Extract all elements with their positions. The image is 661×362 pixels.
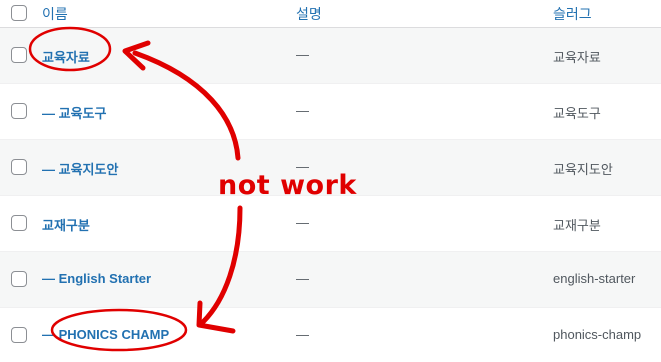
row-checkbox[interactable]	[11, 215, 27, 231]
row-checkbox[interactable]	[11, 159, 27, 175]
category-name-link[interactable]: — 교육도구	[42, 103, 106, 122]
select-all-checkbox[interactable]	[11, 5, 27, 21]
category-name-link[interactable]: — PHONICS CHAMP	[42, 327, 169, 342]
category-name-link[interactable]: 교재구분	[42, 215, 90, 234]
category-name-link[interactable]: — 교육지도안	[42, 159, 118, 178]
category-slug: 교육지도안	[553, 162, 613, 177]
category-description: —	[296, 47, 309, 62]
category-slug: phonics-champ	[553, 327, 642, 342]
category-slug: 교육자료	[553, 50, 601, 65]
table-header: 이름 설명 슬러그	[0, 0, 661, 28]
category-slug: 교재구분	[553, 218, 601, 233]
table-row: — 교육도구 — 교육도구	[0, 84, 661, 140]
table-row: 교재구분 — 교재구분	[0, 196, 661, 252]
category-slug: 교육도구	[553, 106, 601, 121]
table-row: — English Starter — english-starter	[0, 252, 661, 308]
column-header-name[interactable]: 이름	[42, 4, 68, 24]
row-checkbox[interactable]	[11, 327, 27, 343]
table-row: — PHONICS CHAMP — phonics-champ	[0, 308, 661, 362]
column-header-slug[interactable]: 슬러그	[553, 4, 592, 24]
category-description: —	[296, 103, 309, 118]
annotation-not-work-text: not work	[218, 170, 357, 201]
table-row: 교육자료 — 교육자료	[0, 28, 661, 84]
row-checkbox[interactable]	[11, 47, 27, 63]
category-description: —	[296, 215, 309, 230]
column-header-description: 설명	[296, 6, 322, 22]
row-checkbox[interactable]	[11, 103, 27, 119]
category-description: —	[296, 271, 309, 286]
row-checkbox[interactable]	[11, 271, 27, 287]
category-description: —	[296, 327, 309, 342]
category-name-link[interactable]: — English Starter	[42, 271, 151, 286]
category-name-link[interactable]: 교육자료	[42, 47, 90, 66]
category-slug: english-starter	[553, 271, 636, 286]
